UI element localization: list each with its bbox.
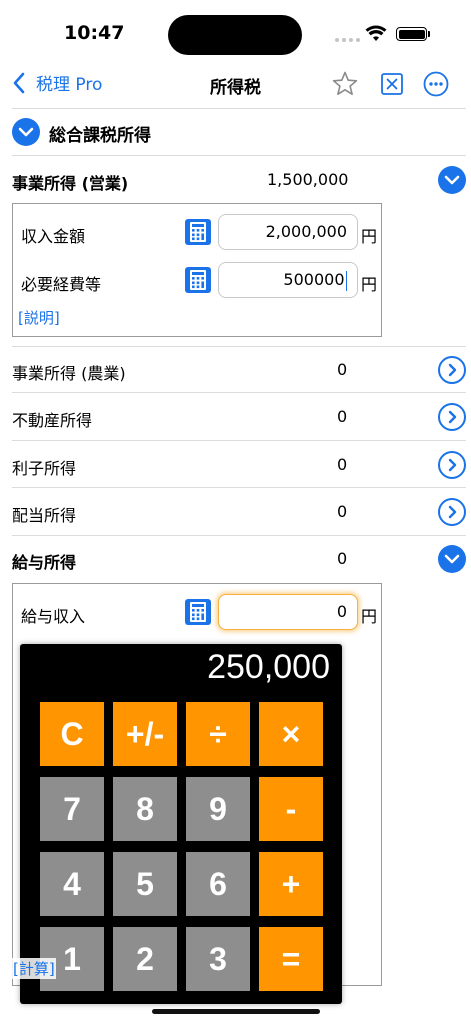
- chevron-down-icon: [444, 554, 460, 564]
- key-3[interactable]: 3: [186, 927, 250, 991]
- row-salary-income[interactable]: 給与所得 0: [12, 545, 466, 575]
- divider: [12, 346, 466, 347]
- salary-revenue-input[interactable]: 0: [218, 594, 358, 630]
- chevron-right-icon: [448, 363, 457, 377]
- expenses-input-value: 500000: [283, 270, 345, 289]
- star-icon[interactable]: [331, 70, 359, 98]
- section-general-income[interactable]: 総合課税所得: [12, 117, 466, 155]
- section-title: 総合課税所得: [49, 126, 151, 146]
- expenses-label: 必要経費等: [21, 275, 102, 294]
- key-8[interactable]: 8: [113, 777, 177, 841]
- row-value: 0: [337, 407, 348, 426]
- key-2[interactable]: 2: [113, 927, 177, 991]
- row-dividend-income[interactable]: 配当所得 0: [12, 498, 466, 528]
- revenue-unit: 円: [361, 227, 378, 246]
- battery-icon: [396, 27, 427, 41]
- key-plus[interactable]: +: [259, 852, 323, 916]
- row-real-estate-income[interactable]: 不動産所得 0: [12, 403, 466, 433]
- expenses-unit: 円: [361, 275, 378, 294]
- more-icon[interactable]: [422, 70, 450, 98]
- key-equals[interactable]: =: [259, 927, 323, 991]
- row-label: 配当所得: [12, 506, 77, 525]
- key-clear[interactable]: C: [40, 702, 104, 766]
- business-income-label: 事業所得 (営業): [12, 174, 129, 193]
- calculate-link[interactable]: [計算]: [12, 958, 56, 979]
- divider: [12, 440, 466, 441]
- chevron-right-icon: [448, 410, 457, 424]
- chevron-down-icon: [444, 175, 460, 185]
- chevron-down-icon: [18, 127, 34, 137]
- key-7[interactable]: 7: [40, 777, 104, 841]
- key-plus-minus[interactable]: +/-: [113, 702, 177, 766]
- row-value: 0: [337, 360, 348, 379]
- salary-income-value: 0: [337, 549, 348, 568]
- key-multiply[interactable]: ×: [259, 702, 323, 766]
- calculator-icon[interactable]: [184, 266, 212, 294]
- collapse-salary-button[interactable]: [438, 545, 466, 573]
- row-interest-income[interactable]: 利子所得 0: [12, 451, 466, 481]
- chevron-right-icon: [448, 505, 457, 519]
- row-business-income[interactable]: 事業所得 (営業) 1,500,000: [12, 166, 466, 196]
- nav-bar: 税理 Pro 所得税: [0, 62, 471, 108]
- salary-revenue-label: 給与収入: [21, 607, 86, 626]
- divider: [12, 487, 466, 488]
- row-agriculture-income[interactable]: 事業所得 (農業) 0: [12, 356, 466, 386]
- divider: [12, 535, 466, 536]
- revenue-label: 収入金額: [21, 227, 86, 246]
- collapse-section-button[interactable]: [12, 118, 40, 146]
- close-square-icon[interactable]: [378, 70, 406, 98]
- expand-row-button[interactable]: [438, 356, 466, 384]
- row-value: 0: [337, 502, 348, 521]
- home-indicator[interactable]: [152, 1009, 320, 1014]
- key-divide[interactable]: ÷: [186, 702, 250, 766]
- key-6[interactable]: 6: [186, 852, 250, 916]
- explanation-link[interactable]: [説明]: [18, 307, 60, 328]
- expenses-input[interactable]: 500000: [218, 262, 358, 298]
- wifi-icon: [365, 25, 387, 41]
- calculator-display: 250,000: [207, 648, 330, 686]
- key-5[interactable]: 5: [113, 852, 177, 916]
- expand-row-button[interactable]: [438, 498, 466, 526]
- key-4[interactable]: 4: [40, 852, 104, 916]
- row-label: 事業所得 (農業): [12, 364, 126, 383]
- text-caret: [345, 270, 347, 291]
- divider: [12, 155, 466, 156]
- battery-cap: [428, 31, 430, 37]
- key-minus[interactable]: -: [259, 777, 323, 841]
- expand-row-button[interactable]: [438, 403, 466, 431]
- calculator-icon[interactable]: [184, 598, 212, 626]
- divider: [12, 392, 466, 393]
- status-time: 10:47: [64, 22, 125, 44]
- dynamic-island: [168, 15, 302, 55]
- row-value: 0: [337, 455, 348, 474]
- nav-divider: [12, 108, 466, 109]
- chevron-right-icon: [448, 458, 457, 472]
- collapse-business-button[interactable]: [438, 166, 466, 194]
- cellular-signal-icon: [335, 38, 360, 42]
- salary-income-label: 給与所得: [12, 553, 77, 572]
- status-bar: 10:47: [0, 0, 471, 62]
- business-detail-panel: 収入金額 2,000,000 円 必要経費等 500000 円 [説明]: [12, 203, 382, 337]
- key-9[interactable]: 9: [186, 777, 250, 841]
- salary-revenue-unit: 円: [361, 607, 378, 626]
- calculator-keypad: 250,000 C +/- ÷ × 7 8 9 - 4 5 6 + 1 2 3 …: [20, 644, 342, 1004]
- row-label: 不動産所得: [12, 411, 93, 430]
- business-income-value: 1,500,000: [267, 170, 349, 189]
- expand-row-button[interactable]: [438, 451, 466, 479]
- row-label: 利子所得: [12, 459, 77, 478]
- revenue-input[interactable]: 2,000,000: [218, 214, 358, 250]
- calculator-icon[interactable]: [184, 218, 212, 246]
